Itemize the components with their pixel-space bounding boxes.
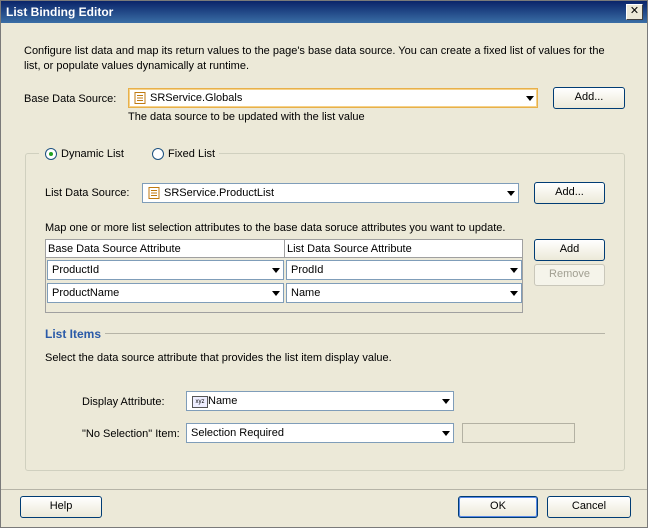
window-title: List Binding Editor — [6, 5, 114, 19]
no-selection-combo[interactable]: Selection Required — [186, 423, 454, 443]
row-2-base-value: ProductName — [52, 287, 120, 299]
column-header-list[interactable]: List Data Source Attribute — [285, 240, 522, 258]
row-1-base-combo[interactable]: ProductId — [47, 260, 284, 280]
close-icon: ✕ — [629, 5, 640, 17]
base-data-source-value: SRService.Globals — [150, 92, 243, 104]
chevron-down-icon — [442, 399, 450, 404]
list-binding-editor-dialog: List Binding Editor ✕ Configure list dat… — [0, 0, 648, 528]
display-attribute-label: Display Attribute: — [82, 396, 165, 408]
intro-line-2: list, or populate values dynamically at … — [24, 60, 249, 72]
list-items-heading: List Items — [45, 327, 102, 341]
base-add-button[interactable]: Add... — [553, 87, 625, 109]
column-header-base[interactable]: Base Data Source Attribute — [46, 240, 285, 258]
help-button[interactable]: Help — [20, 496, 102, 518]
footer-separator — [1, 489, 647, 490]
base-data-source-combo[interactable]: SRService.Globals — [128, 88, 538, 108]
row-1-list-combo[interactable]: ProdId — [286, 260, 522, 280]
list-data-source-label: List Data Source: — [45, 187, 130, 199]
list-items-instruction: Select the data source attribute that pr… — [45, 352, 392, 364]
list-source-add-button[interactable]: Add... — [534, 182, 605, 204]
close-button[interactable]: ✕ — [626, 4, 643, 20]
attribute-mapping-table: Base Data Source Attribute List Data Sou… — [45, 239, 523, 313]
data-source-icon — [134, 92, 146, 104]
dynamic-list-radio[interactable] — [45, 148, 57, 160]
chevron-down-icon — [507, 191, 515, 196]
row-1-base-value: ProductId — [52, 264, 100, 276]
list-items-separator — [105, 333, 605, 334]
row-1-list-value: ProdId — [291, 264, 324, 276]
mapping-instruction: Map one or more list selection attribute… — [45, 222, 506, 234]
row-2-list-combo[interactable]: Name — [286, 283, 522, 303]
ok-button[interactable]: OK — [458, 496, 538, 518]
row-2-list-value: Name — [291, 287, 321, 299]
no-selection-text-field[interactable] — [462, 423, 575, 443]
chevron-down-icon — [510, 268, 518, 273]
no-selection-value: Selection Required — [191, 427, 284, 439]
mapping-add-button[interactable]: Add — [534, 239, 605, 261]
chevron-down-icon — [272, 291, 280, 296]
row-2-base-combo[interactable]: ProductName — [47, 283, 284, 303]
radio-selected-dot — [49, 152, 53, 156]
fixed-list-label[interactable]: Fixed List — [168, 148, 215, 160]
display-attribute-value: Name — [208, 395, 238, 407]
chevron-down-icon — [526, 96, 534, 101]
base-data-source-hint: The data source to be updated with the l… — [128, 111, 365, 123]
chevron-down-icon — [272, 268, 280, 273]
mapping-remove-button[interactable]: Remove — [534, 264, 605, 286]
data-source-icon — [148, 187, 160, 199]
intro-line-1: Configure list data and map its return v… — [24, 45, 605, 57]
display-attribute-combo[interactable]: xyz Name — [186, 391, 454, 411]
chevron-down-icon — [510, 291, 518, 296]
list-data-source-value: SRService.ProductList — [164, 187, 275, 199]
title-bar[interactable]: List Binding Editor ✕ — [1, 1, 647, 23]
list-data-source-combo[interactable]: SRService.ProductList — [142, 183, 519, 203]
dynamic-list-label[interactable]: Dynamic List — [61, 148, 124, 160]
base-data-source-label: Base Data Source: — [24, 93, 117, 105]
attribute-type-icon: xyz — [192, 396, 208, 408]
chevron-down-icon — [442, 431, 450, 436]
cancel-button[interactable]: Cancel — [547, 496, 631, 518]
fixed-list-radio[interactable] — [152, 148, 164, 160]
no-selection-label: "No Selection" Item: — [82, 428, 180, 440]
